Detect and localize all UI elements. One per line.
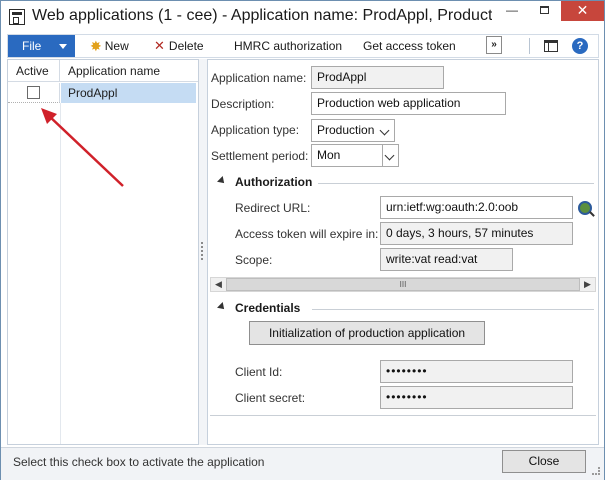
column-header-application-name-label: Application name [68,64,161,78]
maximize-button[interactable] [530,1,558,21]
description-label: Description: [211,97,275,111]
group-divider [318,183,594,184]
application-type-label: Application type: [211,123,300,137]
delete-button[interactable]: ✕ Delete [154,35,204,57]
column-divider [60,103,61,444]
action-pane: File ✸ New ✕ Delete HMRC authorization Get… [7,34,599,58]
column-header-application-name[interactable]: Application name [61,60,239,82]
table-row[interactable]: ProdAppl [8,83,198,103]
client-id-field[interactable]: •••••••• [380,360,573,383]
file-label: File [22,39,42,53]
toolbar-divider [529,38,530,54]
web-applications-window: Web applications (1 - cee) - Application… [0,0,605,480]
splitter-grip-icon [201,242,204,260]
column-header-active[interactable]: Active [8,60,60,82]
more-actions-button[interactable]: » [486,36,502,54]
close-button[interactable]: Close [502,450,586,473]
file-menu-button[interactable]: File [8,35,75,57]
application-name-label: Application name: [211,71,307,85]
hmrc-authorization-button[interactable]: HMRC authorization [234,35,342,57]
settlement-period-select[interactable]: Mon [311,144,399,167]
application-name-field[interactable]: ProdAppl [311,66,444,89]
initialization-button[interactable]: Initialization of production application [249,321,485,345]
settlement-period-label: Settlement period: [211,149,309,163]
collapse-triangle-icon[interactable] [217,176,227,186]
token-expire-field[interactable]: 0 days, 3 hours, 57 minutes [380,222,573,245]
active-checkbox[interactable] [27,86,40,99]
collapse-triangle-icon[interactable] [217,302,227,312]
redirect-url-label: Redirect URL: [235,201,311,215]
new-button[interactable]: ✸ New [90,35,129,57]
description-field[interactable]: Production web application [311,92,506,115]
title-bar: Web applications (1 - cee) - Application… [1,1,604,33]
client-secret-label: Client secret: [235,391,306,405]
chevron-down-icon [378,120,394,141]
pane-splitter[interactable] [199,59,207,445]
status-bar: Select this check box to activate the ap… [1,447,604,480]
layout-toggle-icon[interactable] [544,40,558,52]
client-id-label: Client Id: [235,365,283,379]
details-bottom-divider [210,415,596,416]
redirect-url-field[interactable]: urn:ietf:wg:oauth:2.0:oob [380,196,573,219]
active-cell [8,83,60,103]
new-star-icon: ✸ [90,38,102,54]
window-close-button[interactable]: ✕ [561,1,604,21]
window-title: Web applications (1 - cee) - Application… [32,7,492,24]
chevron-down-icon [59,44,67,49]
delete-x-icon: ✕ [154,38,165,53]
scope-label: Scope: [235,253,273,267]
app-window-icon [9,9,25,25]
help-icon[interactable]: ? [572,38,588,54]
token-expire-label: Access token will expire in: [235,227,379,241]
scope-field[interactable]: write:vat read:vat [380,248,513,271]
scroll-left-icon[interactable]: ◀ [211,278,226,291]
scroll-thumb[interactable]: III [226,278,580,291]
application-name-cell[interactable]: ProdAppl [61,83,196,103]
maximize-icon [539,6,549,14]
client-secret-field[interactable]: •••••••• [380,386,573,409]
new-label: New [104,39,129,53]
chevron-down-icon [382,145,398,166]
lookup-search-icon[interactable] [578,201,592,215]
application-list: Active Application name ProdAppl [7,59,239,445]
application-type-value: Production [317,123,375,137]
group-divider [312,309,594,310]
authorization-group-title[interactable]: Authorization [235,175,312,189]
delete-label: Delete [168,39,204,53]
status-help-text: Select this check box to activate the ap… [13,455,265,469]
settlement-period-value: Mon [317,148,341,162]
scroll-right-icon[interactable]: ▶ [580,278,595,291]
application-type-select[interactable]: Production [311,119,395,142]
credentials-group-title[interactable]: Credentials [235,301,300,315]
details-pane: Application name: ProdAppl Description: … [207,59,599,445]
list-header: Active Application name [8,60,239,82]
resize-grip-icon[interactable] [592,467,600,475]
minimize-button[interactable]: — [498,1,526,21]
horizontal-scrollbar[interactable]: ◀ III ▶ [210,277,596,292]
get-access-token-button[interactable]: Get access token [363,35,456,57]
